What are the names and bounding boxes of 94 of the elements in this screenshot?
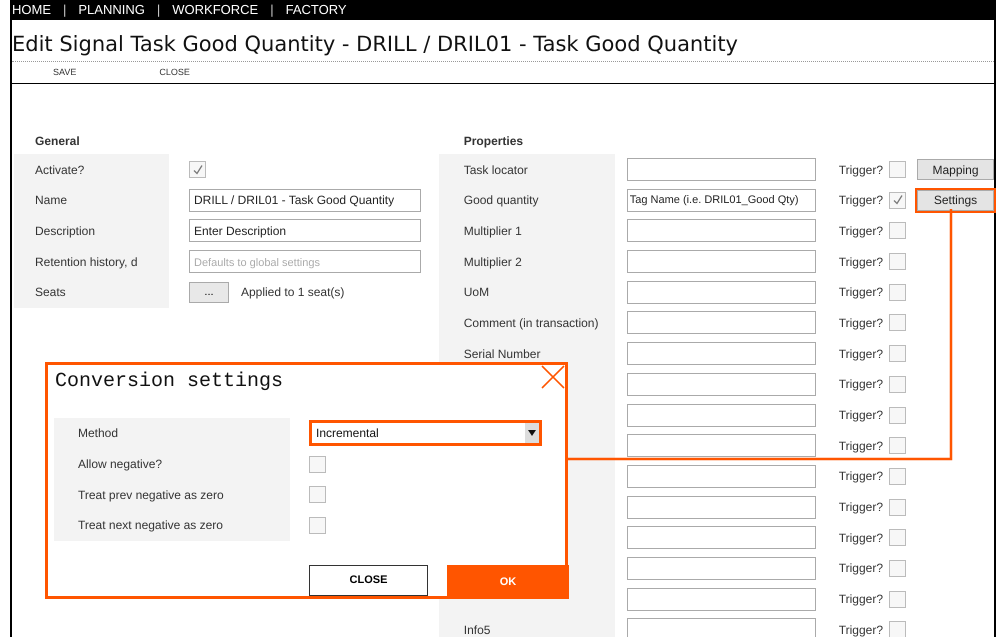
section-heading: Properties [462,132,524,150]
input-field[interactable] [626,434,816,458]
field-label: UoM [438,276,615,308]
input-field[interactable] [626,464,816,488]
checkbox[interactable] [889,590,906,608]
checkbox[interactable] [889,621,906,637]
input-field[interactable] [626,618,816,637]
checkbox[interactable] [889,406,906,424]
trigger-label: Trigger? [838,407,883,424]
field-label: Name [14,184,169,216]
settings-button[interactable]: Settings [917,190,994,211]
field-label: Retention history, d [14,246,169,277]
checkbox[interactable] [889,498,906,516]
trigger-label: Trigger? [838,376,883,394]
field-label: Multiplier 2 [438,246,615,277]
input-field[interactable] [626,342,816,366]
checkbox[interactable] [889,529,906,546]
input-field[interactable] [626,588,816,611]
field-label: Task locator [438,154,615,185]
input-field[interactable]: Tag Name (i.e. DRIL01_Good Qty) [626,188,816,212]
checkbox[interactable] [309,486,326,504]
trigger-label: Trigger? [838,468,883,486]
check-icon [892,194,904,206]
input-field[interactable] [626,250,816,274]
checkbox[interactable] [889,222,906,240]
checkbox[interactable] [889,560,906,577]
nav-link[interactable]: FACTORY [286,0,347,20]
nav-separator: | [62,1,68,20]
input-field[interactable] [626,526,816,550]
toolbar-button[interactable]: SAVE [53,66,76,80]
check-icon [192,164,204,176]
input-field[interactable]: Defaults to global settings [189,250,421,274]
toolbar-button[interactable]: CLOSE [159,66,190,80]
checkbox[interactable] [889,161,906,178]
nav-separator: | [269,1,275,20]
caret-icon [525,423,539,444]
checkbox[interactable] [889,345,906,362]
checkbox[interactable] [889,376,906,393]
field-label: Treat prev negative as zero [54,479,290,510]
field-label: Activate? [14,154,169,185]
checkbox[interactable] [889,192,906,209]
trigger-label: Trigger? [838,499,883,516]
input-field[interactable]: Enter Description [189,219,421,242]
trigger-label: Trigger? [838,346,883,363]
trigger-label: Trigger? [838,560,883,578]
input-field[interactable] [626,219,816,242]
checkbox[interactable] [889,314,906,332]
checkbox[interactable] [889,437,906,454]
seats-button[interactable]: ... [189,282,229,303]
dialog-title: Conversion settings [55,369,284,395]
close-button[interactable]: CLOSE [309,565,428,596]
field-label: Allow negative? [54,448,290,480]
trigger-label: Trigger? [838,222,883,240]
trigger-label: Trigger? [838,622,883,637]
field-label: Method [54,418,290,449]
input-field[interactable] [626,280,816,304]
trigger-label: Trigger? [838,530,883,547]
field-label: Info5 [438,614,615,637]
trigger-label: Trigger? [838,192,883,210]
trigger-label: Trigger? [838,162,883,179]
checkbox[interactable] [889,253,906,270]
field-label: Seats [14,276,169,308]
field-label: Treat next negative as zero [54,510,290,541]
field-label: Multiplier 1 [438,216,615,246]
trigger-label: Trigger? [838,284,883,302]
input-field[interactable] [626,311,816,334]
input-field[interactable]: DRILL / DRIL01 - Task Good Quantity [189,188,421,212]
nav-link[interactable]: WORKFORCE [172,0,258,20]
checkbox[interactable] [889,284,906,301]
checkbox[interactable] [889,468,906,485]
input-field[interactable] [626,158,816,182]
page-title: Edit Signal Task Good Quantity - DRILL / DRIL01 - Task Good Quantity [12,20,994,62]
nav-link[interactable]: PLANNING [78,0,145,20]
trigger-label: Trigger? [838,314,883,332]
trigger-label: Trigger? [838,591,883,608]
seats-note: Applied to 1 seat(s) [241,284,344,302]
close-icon[interactable] [541,365,565,389]
checkbox[interactable] [309,456,326,473]
input-field[interactable] [626,556,816,580]
method-select[interactable]: Incremental [309,420,542,446]
nav-separator: | [156,1,162,20]
input-field[interactable] [626,404,816,427]
trigger-label: Trigger? [838,438,883,455]
field-label: Description [14,216,169,246]
input-field[interactable] [626,496,816,519]
field-label: Good quantity [438,184,615,216]
mapping-button[interactable]: Mapping [917,159,994,180]
nav-link[interactable]: HOME [12,0,51,20]
trigger-label: Trigger? [838,254,883,271]
field-label: Comment (in transaction) [438,308,615,338]
checkbox[interactable] [189,161,206,178]
section-heading: General [34,132,81,150]
checkbox[interactable] [309,516,326,534]
input-field[interactable] [626,372,816,396]
